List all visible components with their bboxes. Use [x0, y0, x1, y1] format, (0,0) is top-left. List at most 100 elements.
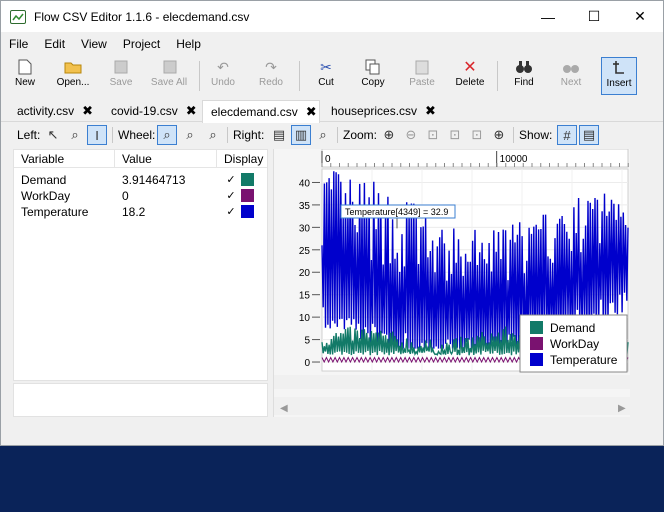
text-cursor-icon[interactable]: I [87, 125, 107, 145]
display-checkbox[interactable]: ✓ [225, 206, 237, 218]
table-row[interactable]: Demand 3.91464713 ✓ [14, 172, 267, 188]
tab-close-icon[interactable]: ✖ [186, 103, 197, 119]
cut-button[interactable]: ✂ Cut [311, 57, 341, 95]
variable-value[interactable]: 18.2 [115, 204, 217, 220]
zoom-all-icon[interactable]: ⊕ [489, 125, 509, 145]
next-button[interactable]: Next [556, 57, 586, 95]
zoom-out-icon[interactable]: ⊖ [401, 125, 421, 145]
close-icon: ✕ [634, 8, 646, 24]
legend-swatch [530, 321, 543, 334]
undo-button[interactable]: ↶ Undo [206, 57, 240, 95]
maximize-button[interactable]: ☐ [571, 1, 617, 32]
show-label: Show: [519, 128, 553, 142]
title-bar: Flow CSV Editor 1.1.6 - elecdemand.csv —… [1, 1, 663, 32]
table-row[interactable]: WorkDay 0 ✓ [14, 188, 267, 204]
tab-label: elecdemand.csv [211, 105, 298, 119]
paste-icon [415, 57, 429, 77]
undo-icon: ↶ [217, 58, 229, 75]
wheel-zoom-icon[interactable]: ⌕ [157, 125, 177, 145]
minimize-button[interactable]: — [525, 1, 571, 32]
tab-activity[interactable]: activity.csv ✖ [9, 100, 93, 122]
legend-toggle-icon[interactable]: ▤ [579, 125, 599, 145]
redo-button[interactable]: ↷ Redo [254, 57, 288, 95]
y-tick-label: 35 [299, 201, 311, 212]
close-button[interactable]: ✕ [617, 1, 663, 32]
tab-close-icon[interactable]: ✖ [425, 103, 436, 119]
context-zoom-icon[interactable]: ⌕ [313, 125, 333, 145]
wheel-zoom-y-icon[interactable]: ⌕ [203, 125, 223, 145]
column-header-display[interactable]: Display [217, 150, 267, 167]
legend-label: WorkDay [550, 337, 599, 351]
insert-icon [612, 58, 626, 78]
scroll-left-icon: ◀ [280, 403, 288, 414]
copy-button[interactable]: Copy [357, 57, 389, 95]
details-panel [13, 383, 268, 417]
variable-name: Demand [21, 173, 67, 187]
redo-icon: ↷ [265, 58, 277, 75]
color-swatch[interactable] [241, 173, 254, 186]
app-window: Flow CSV Editor 1.1.6 - elecdemand.csv —… [0, 0, 664, 446]
legend-label: Demand [550, 321, 595, 335]
control-separator [112, 127, 113, 143]
line-chart[interactable]: 0 100000510152025303540Temperature[4349] … [274, 148, 631, 417]
display-checkbox[interactable]: ✓ [225, 174, 237, 186]
variable-value[interactable]: 3.91464713 [115, 172, 217, 188]
new-button[interactable]: New [9, 57, 41, 95]
app-logo-icon [10, 9, 26, 24]
save-label: Save [109, 77, 133, 88]
horizontal-scrollbar [274, 397, 631, 415]
open-label: Open... [56, 77, 90, 88]
y-tick-label: 20 [299, 268, 311, 279]
zoom-y-icon[interactable]: ⊡ [445, 125, 465, 145]
zoom-fit-icon[interactable]: ⊡ [467, 125, 487, 145]
menu-file[interactable]: File [1, 34, 36, 54]
tab-elecdemand[interactable]: elecdemand.csv ✖ [202, 100, 320, 123]
color-swatch[interactable] [241, 189, 254, 202]
tab-covid-19[interactable]: covid-19.csv ✖ [103, 100, 197, 122]
save-all-button[interactable]: Save All [147, 57, 191, 95]
menu-edit[interactable]: Edit [36, 34, 73, 54]
tab-close-icon[interactable]: ✖ [306, 104, 317, 120]
control-separator [513, 127, 514, 143]
maximize-icon: ☐ [587, 8, 601, 24]
column-header-value[interactable]: Value [115, 150, 217, 167]
chart-panel[interactable]: 0 10000 0 5 10 15 20 25 30 35 40 Temperature[4349] … [273, 148, 631, 417]
find-button[interactable]: Find [509, 57, 539, 95]
menu-view[interactable]: View [73, 34, 115, 54]
delete-button[interactable]: ✕ Delete [453, 57, 487, 95]
open-button[interactable]: Open... [51, 57, 95, 95]
insert-label: Insert [606, 78, 632, 89]
column-header-variable[interactable]: Variable [14, 150, 115, 167]
grid-toggle-icon[interactable]: # [557, 125, 577, 145]
context-select-icon[interactable]: ▥ [291, 125, 311, 145]
zoom-in-icon[interactable]: ⊕ [379, 125, 399, 145]
copy-label: Copy [361, 77, 385, 88]
tab-close-icon[interactable]: ✖ [82, 103, 93, 119]
find-label: Find [514, 77, 534, 88]
menu-project[interactable]: Project [115, 34, 168, 54]
zoom-x-icon[interactable]: ⊡ [423, 125, 443, 145]
status-bar [1, 421, 663, 445]
pointer-icon[interactable]: ↖ [43, 125, 63, 145]
vertical-scroll-area [274, 375, 631, 389]
table-row[interactable]: Temperature 18.2 ✓ [14, 204, 267, 220]
wheel-zoom-x-icon[interactable]: ⌕ [180, 125, 200, 145]
variable-value[interactable]: 0 [115, 188, 217, 204]
y-tick-label: 30 [299, 223, 311, 234]
save-button[interactable]: Save [105, 57, 137, 95]
undo-label: Undo [211, 77, 235, 88]
display-checkbox[interactable]: ✓ [225, 190, 237, 202]
toolbar-separator [299, 61, 300, 91]
context-menu-icon[interactable]: ▤ [269, 125, 289, 145]
scroll-right-icon: ▶ [618, 403, 626, 414]
legend-label: Temperature [550, 353, 618, 367]
magnifier-icon[interactable]: ⌕ [65, 125, 85, 145]
insert-button[interactable]: Insert [601, 57, 637, 95]
color-swatch[interactable] [241, 205, 254, 218]
menu-help[interactable]: Help [168, 34, 209, 54]
tab-label: activity.csv [17, 104, 75, 118]
tab-houseprices[interactable]: houseprices.csv ✖ [323, 100, 436, 122]
left-label: Left: [17, 128, 41, 142]
paste-button[interactable]: Paste [405, 57, 439, 95]
next-label: Next [560, 77, 582, 88]
